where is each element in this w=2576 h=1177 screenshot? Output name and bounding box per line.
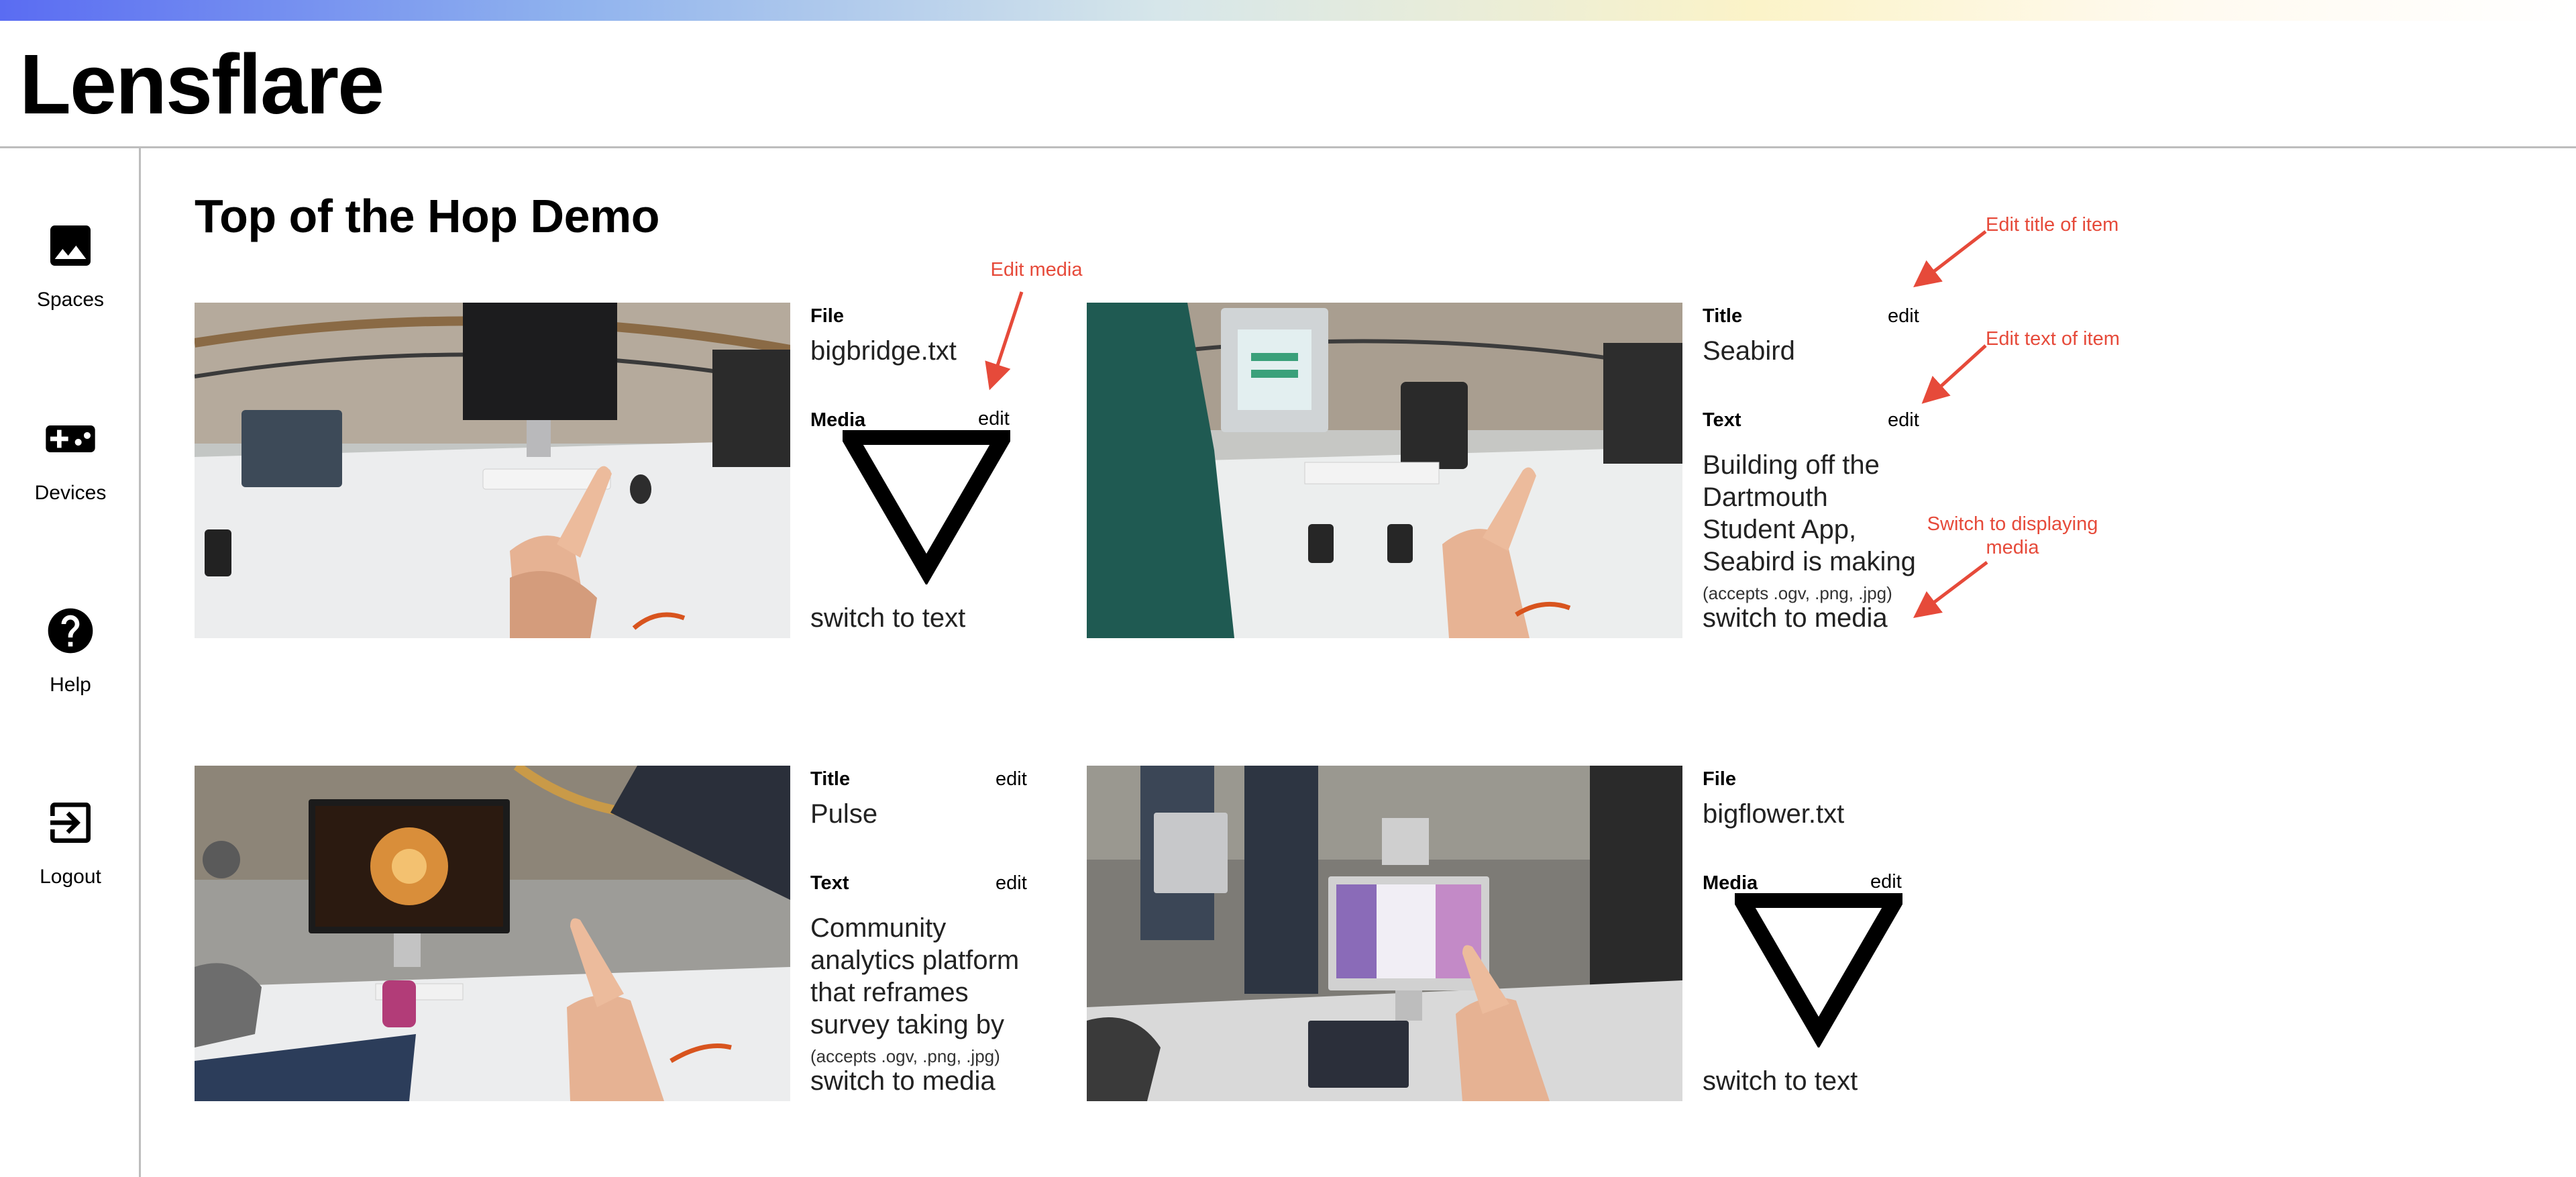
sidebar-item-devices[interactable]: Devices [0, 412, 141, 505]
text-edit-link[interactable]: edit [996, 872, 1027, 894]
demo-photo-image [195, 303, 790, 638]
switch-to-text-link[interactable]: switch to text [810, 603, 965, 633]
title-value: Seabird [1703, 336, 1795, 366]
sidebar-item-help[interactable]: Help [0, 604, 141, 697]
image-icon [50, 225, 91, 266]
logout-icon [50, 803, 91, 843]
media-placeholder-triangle-icon [1735, 893, 1902, 1047]
item-photo[interactable] [195, 766, 790, 1101]
media-label: Media [1703, 872, 1758, 894]
text-label: Text [810, 872, 849, 894]
title-value: Pulse [810, 799, 878, 829]
demo-photo-image [195, 766, 790, 1101]
sidebar-item-label: Spaces [36, 289, 105, 311]
sidebar-item-logout[interactable]: Logout [0, 796, 141, 888]
text-edit-link[interactable]: edit [1888, 409, 1919, 431]
item-photo[interactable] [1087, 766, 1682, 1101]
sidebar-item-label: Logout [40, 866, 101, 888]
item-photo[interactable] [1087, 303, 1682, 638]
page-title: Top of the Hop Demo [195, 190, 660, 242]
item-card: File bigbridge.txt Media edit switch to … [195, 303, 1067, 638]
item-details: Title edit Pulse Text edit Community ana… [810, 766, 1065, 1101]
annotation-edit-title: Edit title of item [1986, 214, 2119, 236]
item-details: File bigflower.txt Media edit switch to … [1703, 766, 1957, 1101]
annotation-edit-media: Edit media [990, 259, 1083, 280]
title-edit-link[interactable]: edit [1888, 305, 1919, 327]
annotation-switch-media-line2: media [1986, 536, 2039, 558]
sidebar: Spaces Devices Help Logout [0, 148, 141, 1177]
sidebar-item-label: Help [50, 674, 91, 696]
demo-photo-image [1087, 303, 1682, 638]
app-title: Lensflare [19, 37, 384, 132]
title-edit-link[interactable]: edit [996, 768, 1027, 790]
accepted-formats-hint: (accepts .ogv, .png, .jpg) [1703, 583, 1892, 603]
gamepad-icon [46, 425, 95, 452]
title-label: Title [810, 768, 851, 790]
text-label: Text [1703, 409, 1741, 431]
item-card: Title edit Pulse Text edit Community ana… [195, 766, 1067, 1101]
text-value: Building off the Dartmouth Student App, … [1703, 450, 1916, 580]
item-card: File bigflower.txt Media edit switch to … [1087, 766, 1959, 1101]
media-placeholder-triangle-icon [843, 430, 1010, 584]
switch-to-media-link[interactable]: switch to media [810, 1066, 996, 1096]
arrow-edit-title [1913, 230, 1987, 288]
item-photo[interactable] [195, 303, 790, 638]
accepted-formats-hint: (accepts .ogv, .png, .jpg) [810, 1046, 1000, 1066]
media-edit-link[interactable]: edit [1870, 871, 1902, 893]
app-header: Lensflare [0, 21, 2576, 148]
file-value: bigflower.txt [1703, 799, 1845, 829]
file-label: File [1703, 768, 1736, 790]
annotation-switch-media: Switch to displaying media [1912, 513, 2113, 560]
text-value: Community analytics platform that refram… [810, 913, 1020, 1043]
media-edit-link[interactable]: edit [978, 408, 1010, 430]
switch-to-media-link[interactable]: switch to media [1703, 603, 1888, 633]
file-label: File [810, 305, 844, 327]
switch-to-text-link[interactable]: switch to text [1703, 1066, 1858, 1096]
media-label: Media [810, 409, 866, 431]
item-details: File bigbridge.txt Media edit switch to … [810, 303, 1065, 638]
annotation-switch-media-line1: Switch to displaying [1927, 513, 2098, 535]
top-gradient-bar [0, 0, 2576, 21]
title-label: Title [1703, 305, 1743, 327]
help-icon [48, 608, 93, 654]
demo-photo-image [1087, 766, 1682, 1101]
file-value: bigbridge.txt [810, 336, 957, 366]
item-details: Title edit Seabird Text edit Building of… [1703, 303, 1957, 638]
sidebar-item-label: Devices [34, 482, 107, 504]
item-card: Title edit Seabird Text edit Building of… [1087, 303, 1959, 638]
sidebar-item-spaces[interactable]: Spaces [0, 219, 141, 311]
annotation-edit-text: Edit text of item [1986, 328, 2120, 350]
